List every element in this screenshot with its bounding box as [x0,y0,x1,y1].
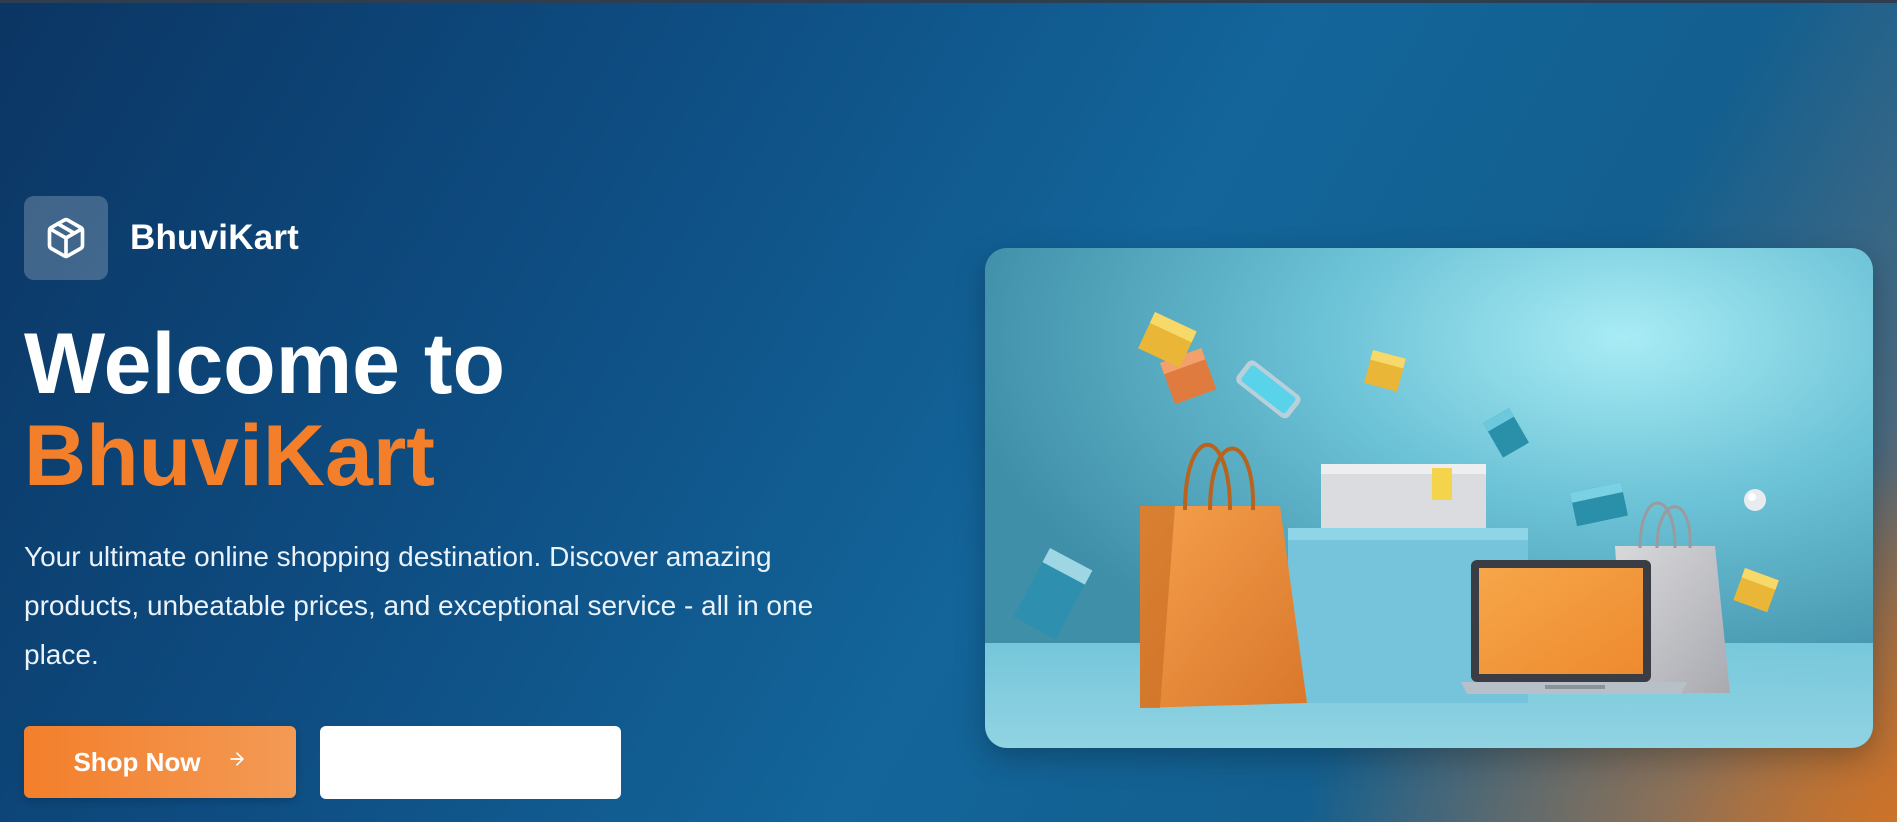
hero-subtitle: Your ultimate online shopping destinatio… [24,541,814,670]
hero-image [985,248,1873,748]
brand-name: BhuviKart [130,218,300,257]
brand[interactable]: BhuviKart [24,196,299,280]
package-box-icon [24,196,108,280]
hero-title-accent: BhuviKart [24,408,435,504]
shop-now-label: Shop Now [73,746,201,777]
top-border [0,0,1897,3]
hero-title: Welcome to BhuviKart [24,318,505,502]
hero-title-line1: Welcome to [24,316,506,412]
arrow-right-icon [227,748,247,776]
secondary-button[interactable] [320,726,621,799]
shop-now-button[interactable]: Shop Now [24,726,296,798]
